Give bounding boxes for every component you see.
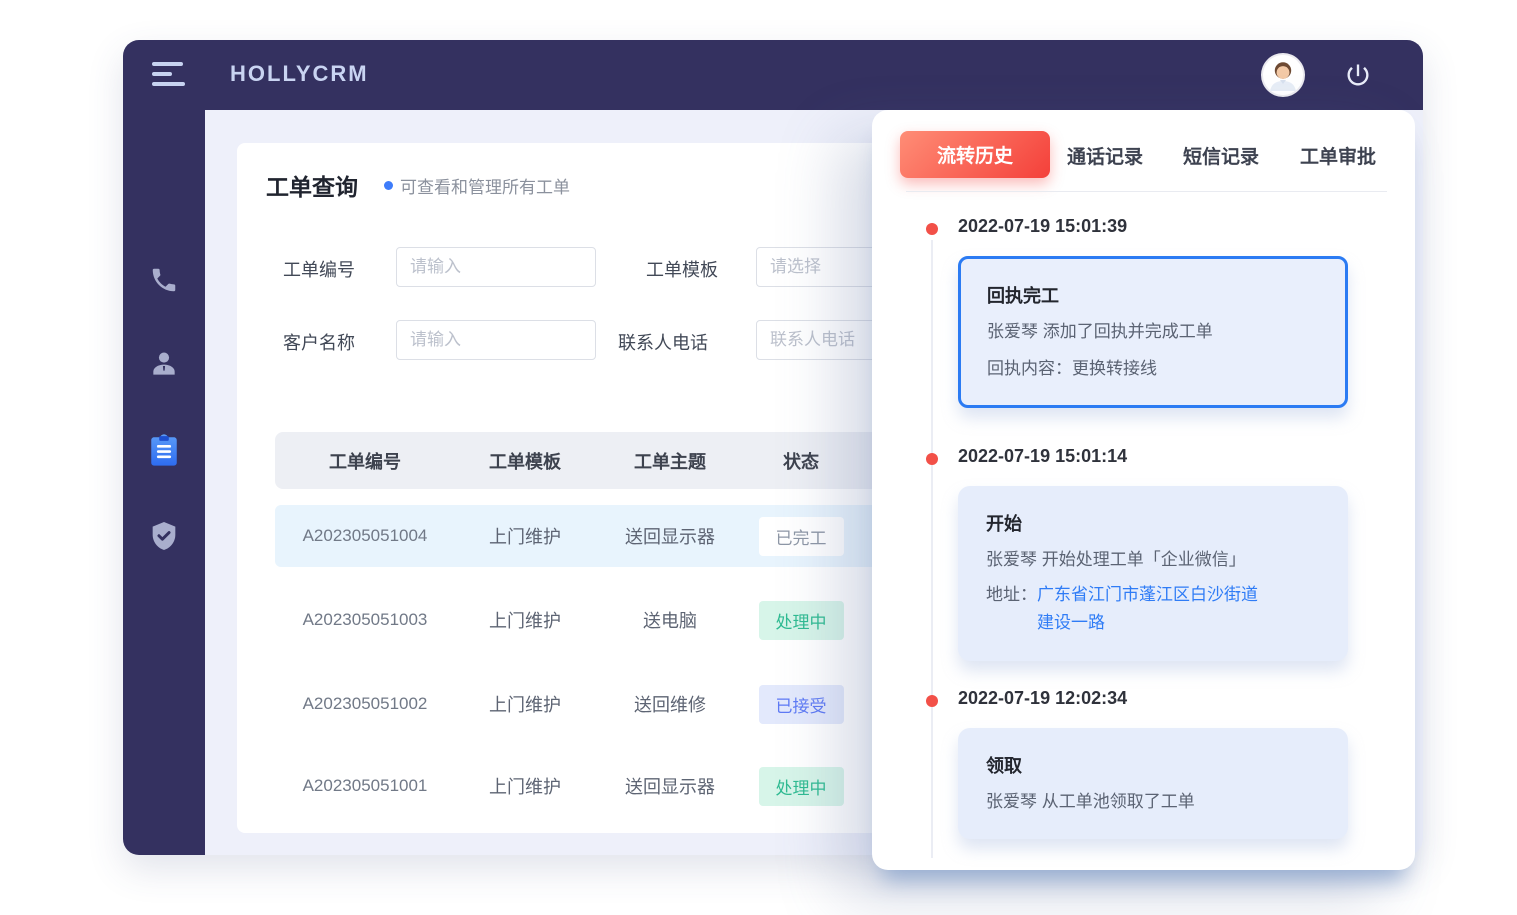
sidebar-item-security[interactable] [140, 512, 188, 560]
filter-label-order-id: 工单编号 [283, 256, 355, 282]
address-line: 建设一路 [1037, 613, 1105, 632]
timeline-timestamp: 2022-07-19 15:01:14 [958, 446, 1389, 472]
address-link[interactable]: 广东省江门市蓬江区白沙街道 建设一路 [1037, 581, 1258, 637]
timeline-entry: 2022-07-19 15:01:39 回执完工 张爱琴 添加了回执并完成工单 … [872, 216, 1389, 408]
tab-call-records[interactable]: 通话记录 [1067, 142, 1143, 169]
cell-template: 上门维护 [455, 773, 595, 799]
status-badge: 处理中 [759, 767, 844, 806]
timeline-card-title: 领取 [986, 752, 1320, 778]
sidebar-item-calls[interactable] [140, 256, 188, 304]
status-badge: 已接受 [759, 685, 844, 724]
address-line: 广东省江门市蓬江区白沙街道 [1037, 585, 1258, 604]
timeline-card[interactable]: 领取 张爱琴 从工单池领取了工单 [958, 728, 1348, 839]
dot-icon [384, 181, 393, 190]
table-row[interactable]: A202305051002 上门维护 送回维修 已接受 [275, 673, 887, 735]
filter-label-customer: 客户名称 [283, 329, 355, 355]
power-icon[interactable] [1344, 61, 1372, 89]
cell-order-id: A202305051004 [275, 526, 455, 546]
workorder-table: 工单编号 工单模板 工单主题 状态 A202305051004 上门维护 送回显… [275, 432, 887, 489]
top-bar: HOLLYCRM [123, 40, 1423, 110]
cell-subject: 送回显示器 [595, 523, 745, 549]
cell-subject: 送电脑 [595, 607, 745, 633]
clipboard-icon [147, 433, 181, 467]
timeline-card-title: 开始 [986, 510, 1320, 536]
timeline-card-text: 回执内容：更换转接线 [987, 356, 1319, 382]
phone-icon [149, 265, 179, 295]
tab-sms-records[interactable]: 短信记录 [1183, 142, 1259, 169]
customer-name-input[interactable] [396, 320, 596, 360]
sidebar [123, 110, 205, 855]
cell-order-id: A202305051002 [275, 694, 455, 714]
address-label: 地址： [986, 581, 1037, 637]
tab-order-approval[interactable]: 工单审批 [1300, 142, 1376, 169]
cell-subject: 送回显示器 [595, 773, 745, 799]
page-title: 工单查询 [266, 168, 358, 202]
timeline-dot-icon [926, 695, 938, 707]
column-header: 状态 [745, 448, 857, 474]
app-brand: HOLLYCRM [230, 61, 369, 87]
avatar-image [1263, 55, 1303, 95]
page-subtitle: 可查看和管理所有工单 [400, 173, 570, 198]
timeline-card-title: 回执完工 [987, 282, 1319, 308]
cell-subject: 送回维修 [595, 691, 745, 717]
divider [906, 191, 1387, 192]
cell-order-id: A202305051003 [275, 610, 455, 630]
cell-order-id: A202305051001 [275, 776, 455, 796]
avatar[interactable] [1263, 55, 1303, 95]
status-badge: 已完工 [759, 517, 844, 556]
table-header: 工单编号 工单模板 工单主题 状态 [275, 432, 887, 489]
status-badge: 处理中 [759, 601, 844, 640]
timeline-card-text: 张爱琴 添加了回执并完成工单 [987, 319, 1319, 345]
order-id-input[interactable] [396, 247, 596, 287]
timeline-card-text: 张爱琴 从工单池领取了工单 [986, 789, 1320, 815]
timeline-dot-icon [926, 223, 938, 235]
workorder-detail-panel: 流转历史 通话记录 短信记录 工单审批 2022-07-19 15:01:39 … [872, 110, 1415, 870]
timeline-entry: 2022-07-19 12:02:34 领取 张爱琴 从工单池领取了工单 [872, 688, 1389, 839]
table-row[interactable]: A202305051003 上门维护 送电脑 处理中 [275, 589, 887, 651]
timeline-entry: 2022-07-19 15:01:14 开始 张爱琴 开始处理工单「企业微信」 … [872, 446, 1389, 661]
column-header: 工单主题 [595, 448, 745, 474]
timeline-timestamp: 2022-07-19 12:02:34 [958, 688, 1389, 714]
timeline-dot-icon [926, 453, 938, 465]
filter-label-template: 工单模板 [646, 256, 718, 282]
tab-circulation-history[interactable]: 流转历史 [900, 131, 1050, 178]
column-header: 工单模板 [455, 448, 595, 474]
cell-template: 上门维护 [455, 607, 595, 633]
timeline-card-text: 张爱琴 开始处理工单「企业微信」 [986, 547, 1320, 573]
table-row[interactable]: A202305051001 上门维护 送回显示器 处理中 [275, 755, 887, 817]
user-icon [148, 348, 180, 380]
shield-check-icon [148, 520, 180, 552]
table-row[interactable]: A202305051004 上门维护 送回显示器 已完工 [275, 505, 887, 567]
filter-label-contact-phone: 联系人电话 [618, 329, 708, 355]
column-header: 工单编号 [275, 448, 455, 474]
screen: HOLLYCRM [0, 0, 1517, 915]
cell-template: 上门维护 [455, 691, 595, 717]
sidebar-item-workorders[interactable] [140, 426, 188, 474]
cell-template: 上门维护 [455, 523, 595, 549]
hamburger-icon[interactable] [152, 62, 186, 88]
timeline-timestamp: 2022-07-19 15:01:39 [958, 216, 1389, 242]
sidebar-item-customers[interactable] [140, 340, 188, 388]
timeline-card[interactable]: 开始 张爱琴 开始处理工单「企业微信」 地址： 广东省江门市蓬江区白沙街道 建设… [958, 486, 1348, 661]
timeline-card-selected[interactable]: 回执完工 张爱琴 添加了回执并完成工单 回执内容：更换转接线 [958, 256, 1348, 408]
